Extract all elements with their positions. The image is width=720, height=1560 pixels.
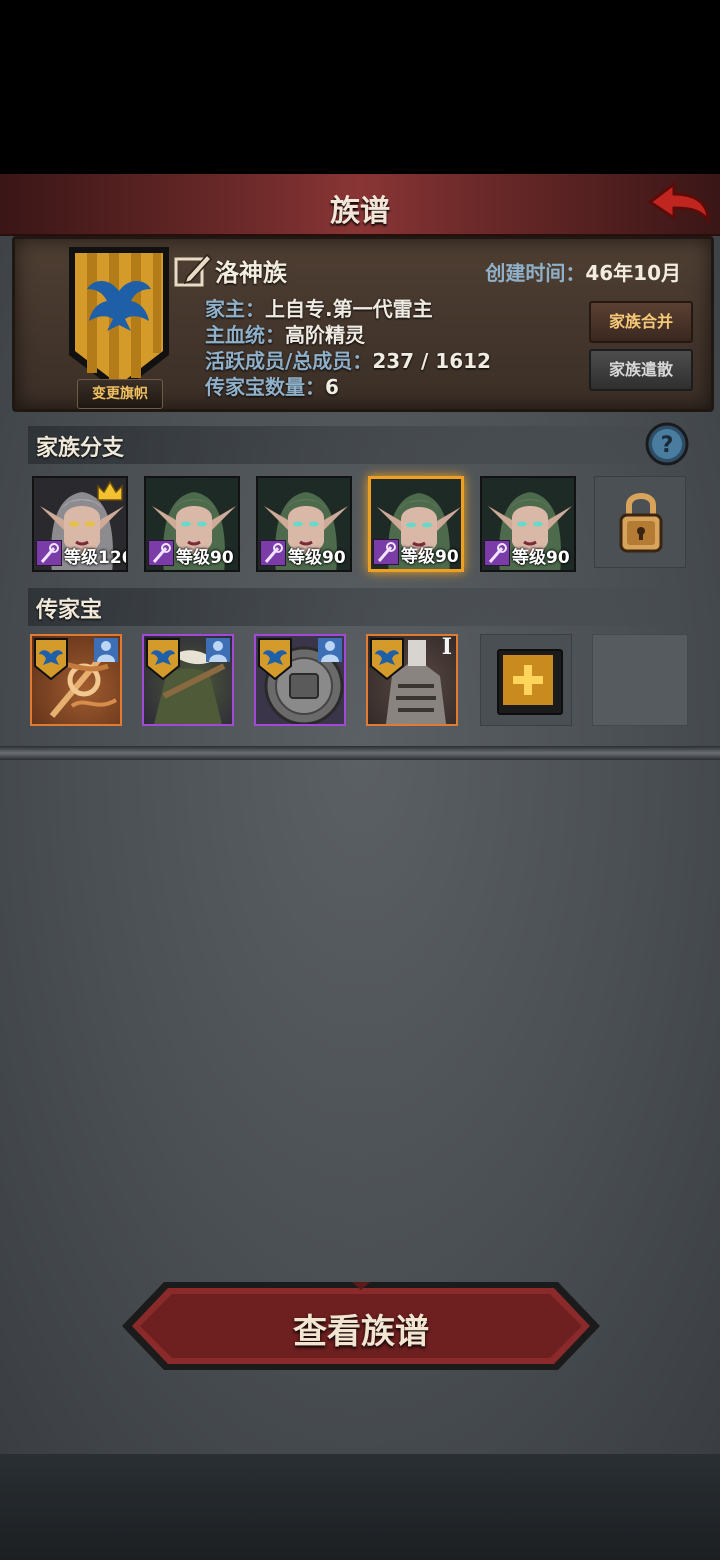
branch-level: 等级90 [176, 548, 234, 568]
staff-class-icon [373, 539, 399, 565]
tier-mark: I [441, 634, 452, 660]
branch-level: 等级90 [401, 547, 459, 567]
family-crest-icon [34, 638, 68, 680]
staff-class-icon [148, 540, 174, 566]
add-heirloom-slot[interactable] [480, 634, 572, 726]
title-bar: 族谱 [0, 174, 720, 236]
bottom-bar [0, 1454, 720, 1560]
empty-heirloom-slot[interactable] [592, 634, 688, 726]
add-heirloom-button[interactable] [497, 649, 563, 715]
family-name: 洛神族 [215, 259, 287, 287]
member-count-value: 237 / 1612 [372, 349, 491, 373]
branch-slot[interactable]: 等级90 [256, 476, 352, 572]
page-title: 族谱 [330, 194, 390, 229]
bloodline-label: 主血统： [205, 323, 285, 347]
family-crest-icon [258, 638, 292, 680]
member-count: 活跃成员/总成员：237 / 1612 [205, 345, 491, 374]
plus-icon [503, 655, 553, 705]
person-icon [318, 638, 342, 662]
branches-header: 家族分支 [28, 426, 678, 464]
change-banner-button[interactable]: 变更旗帜 [77, 379, 163, 409]
branch-level: 等级90 [288, 548, 346, 568]
heirloom-count: 传家宝数量：6 [205, 371, 339, 400]
locked-branch-slot[interactable] [594, 476, 686, 568]
view-family-tree-label: 查看族谱 [293, 1312, 429, 1352]
heirlooms-header: 传家宝 [28, 588, 678, 626]
svg-text:?: ? [661, 433, 674, 458]
heirloom-count-value: 6 [325, 375, 339, 399]
branch-slot[interactable]: 等级126 [32, 476, 128, 572]
member-count-label: 活跃成员/总成员： [205, 349, 373, 373]
created-value: 46年10月 [585, 261, 681, 285]
back-arrow-icon[interactable] [646, 180, 712, 226]
branches-title: 家族分支 [36, 436, 125, 461]
dissolve-family-button[interactable]: 家族遣散 [589, 349, 693, 391]
family-banner[interactable] [67, 245, 171, 395]
created-time: 创建时间：46年10月 [485, 257, 681, 286]
view-family-tree-button[interactable]: 查看族谱 [120, 1280, 602, 1372]
crown-icon [97, 480, 123, 501]
branch-level: 等级90 [512, 548, 570, 568]
family-crest-icon [146, 638, 180, 680]
lock-icon [619, 493, 663, 553]
heirloom-staff[interactable] [30, 634, 122, 726]
merge-family-button[interactable]: 家族合并 [589, 301, 693, 343]
bloodline: 主血统：高阶精灵 [205, 319, 365, 348]
branch-slot[interactable]: 等级90 [144, 476, 240, 572]
heirloom-armor[interactable]: I [366, 634, 458, 726]
family-head-value: 上自专.第一代雷主 [265, 297, 433, 321]
branch-slot[interactable]: 等级90 [368, 476, 464, 572]
edit-name-icon[interactable] [173, 249, 213, 289]
created-label: 创建时间： [485, 261, 586, 285]
help-icon[interactable]: ? [645, 422, 689, 466]
heirloom-cloak[interactable] [142, 634, 234, 726]
heirloom-count-label: 传家宝数量： [205, 375, 325, 399]
branch-slot[interactable]: 等级90 [480, 476, 576, 572]
staff-class-icon [260, 540, 286, 566]
heirlooms-title: 传家宝 [36, 598, 103, 623]
family-head: 家主：上自专.第一代雷主 [205, 293, 433, 322]
person-icon [94, 638, 118, 662]
staff-class-icon [484, 540, 510, 566]
heirloom-coin[interactable] [254, 634, 346, 726]
staff-class-icon [36, 540, 62, 566]
person-icon [206, 638, 230, 662]
family-head-label: 家主： [205, 297, 265, 321]
section-divider [0, 746, 720, 760]
branch-level: 等级126 [64, 548, 128, 568]
family-info-panel: 变更旗帜 洛神族 创建时间：46年10月 家主：上自专.第一代雷主 主血统：高阶… [12, 236, 714, 412]
bloodline-value: 高阶精灵 [285, 323, 365, 347]
family-crest-icon [370, 638, 404, 680]
